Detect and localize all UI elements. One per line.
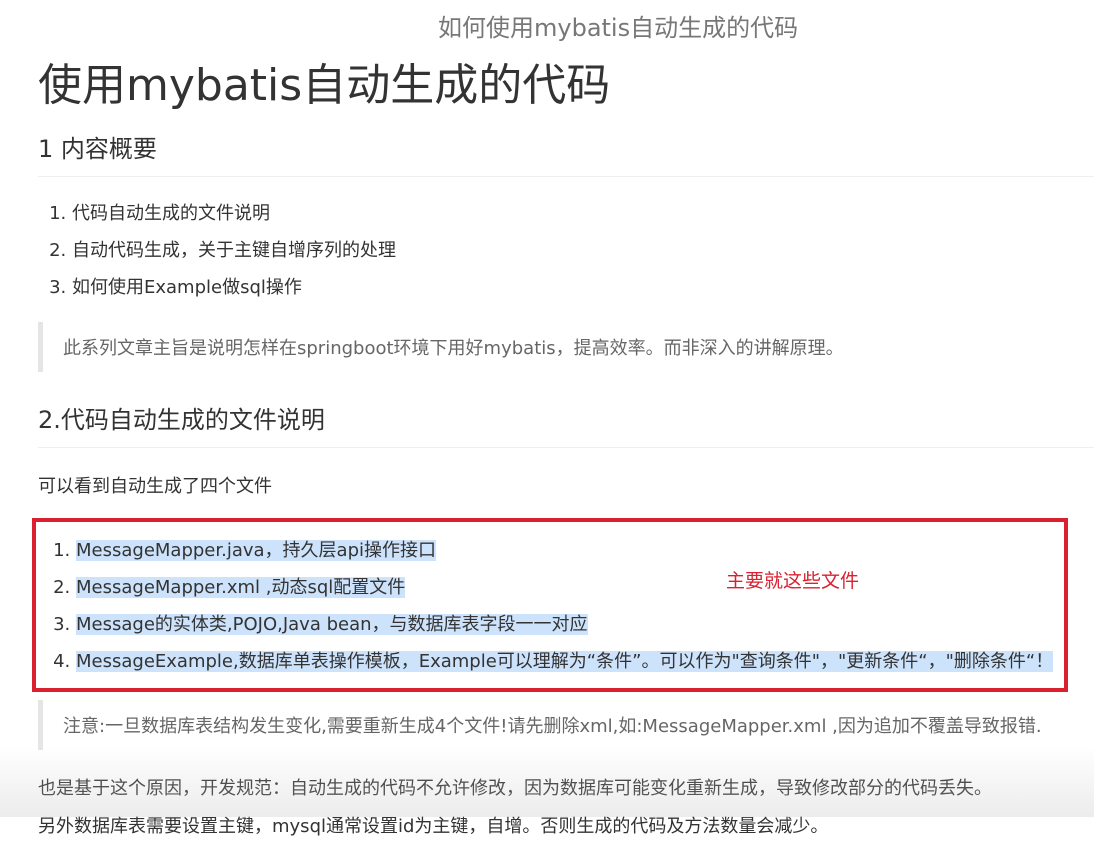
- file-item-text: MessageMapper.xml ,动态sql配置文件: [76, 576, 406, 598]
- list-item: Message的实体类,POJO,Java bean，与数据库表字段一一对应: [76, 606, 1064, 643]
- files-list: MessageMapper.java，持久层api操作接口 MessageMap…: [42, 532, 1064, 680]
- file-item-text: MessageExample,数据库单表操作模板，Example可以理解为“条件…: [76, 650, 1054, 672]
- paragraph: 也是基于这个原因，开发规范：自动生成的代码不允许修改，因为数据库可能变化重新生成…: [38, 777, 992, 799]
- section2-title: 2.代码自动生成的文件说明: [38, 400, 1094, 448]
- file-item-text: Message的实体类,POJO,Java bean，与数据库表字段一一对应: [76, 613, 588, 635]
- note-quote: 注意:一旦数据库表结构发生变化,需要重新生成4个文件!请先删除xml,如:Mes…: [38, 699, 1094, 750]
- list-item: 代码自动生成的文件说明: [72, 195, 1094, 232]
- list-item: MessageMapper.java，持久层api操作接口: [76, 532, 1064, 569]
- page-title: 如何使用mybatis自动生成的代码: [438, 14, 799, 42]
- list-item: MessageExample,数据库单表操作模板，Example可以理解为“条件…: [76, 643, 1064, 680]
- red-annotation: 主要就这些文件: [726, 569, 860, 592]
- article-heading: 使用mybatis自动生成的代码: [38, 60, 611, 111]
- article-content: 使用mybatis自动生成的代码 1 内容概要 代码自动生成的文件说明 自动代码…: [32, 60, 1094, 846]
- list-item: 自动代码生成，关于主键自增序列的处理: [72, 232, 1094, 269]
- section1-quote: 此系列文章主旨是说明怎样在springboot环境下用好mybatis，提高效率…: [38, 321, 1094, 372]
- section1-title: 1 内容概要: [38, 129, 1094, 177]
- section2-intro: 可以看到自动生成了四个文件: [38, 475, 272, 497]
- highlight-box: MessageMapper.java，持久层api操作接口 MessageMap…: [32, 517, 1068, 692]
- paragraph: 另外数据库表需要设置主键，mysql通常设置id为主键，自增。否则生成的代码及方…: [38, 815, 829, 837]
- section1-list: 代码自动生成的文件说明 自动代码生成，关于主键自增序列的处理 如何使用Examp…: [38, 195, 1094, 306]
- file-item-text: MessageMapper.java，持久层api操作接口: [76, 539, 437, 561]
- list-item: 如何使用Example做sql操作: [72, 269, 1094, 306]
- list-item: MessageMapper.xml ,动态sql配置文件: [76, 569, 1064, 606]
